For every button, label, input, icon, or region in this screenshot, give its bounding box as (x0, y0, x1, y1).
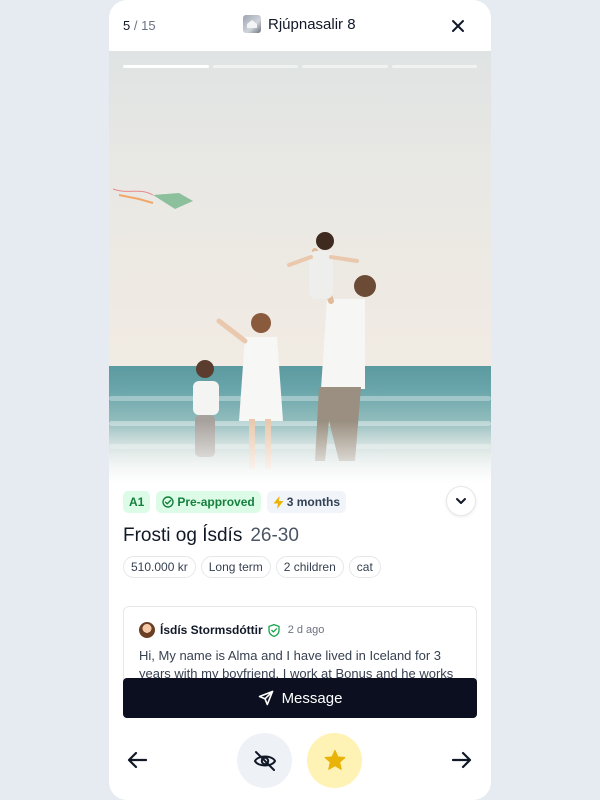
message-header: Ísdís Stormsdóttir 2 d ago (139, 622, 324, 638)
duration-label: 3 months (286, 495, 341, 509)
applicant-counter: 5 / 15 (123, 18, 156, 33)
sender-name: Ísdís Stormsdóttir (160, 623, 263, 637)
hide-button[interactable] (237, 733, 292, 788)
send-icon (258, 690, 273, 706)
message-time: 2 d ago (287, 624, 325, 636)
counter-total: / 15 (133, 18, 156, 33)
lightning-icon (273, 495, 284, 509)
pre-approved-label: Pre-approved (177, 495, 255, 509)
applicant-name: Frosti og Ísdís (123, 525, 243, 546)
check-circle-icon (162, 496, 175, 508)
property-thumbnail (243, 15, 261, 33)
photo-progress-segment (212, 65, 298, 68)
message-button[interactable]: Message (123, 678, 477, 718)
photo-progress-segment (123, 65, 209, 68)
avatar (139, 622, 155, 638)
expand-details-button[interactable] (446, 486, 476, 516)
message-button-label: Message (281, 689, 343, 707)
applicant-photo[interactable] (109, 51, 491, 491)
photo-fade (109, 421, 491, 491)
attribute-price: 510.000 kr (123, 556, 196, 578)
tag-row: A1 Pre-approved 3 months (123, 491, 347, 513)
close-button[interactable] (447, 15, 469, 37)
applicant-heading: Frosti og Ísdís 26-30 (123, 525, 299, 547)
attribute-term: Long term (200, 556, 271, 578)
property-title-text: Rjúpnasalir 8 (268, 15, 356, 33)
next-button[interactable] (447, 745, 477, 775)
attribute-children: 2 children (275, 556, 344, 578)
arrow-right-icon (451, 751, 472, 769)
applicant-age-range: 26-30 (250, 525, 299, 546)
applicant-sheet: 5 / 15 Rjúpnasalir 8 A1 Pre-approved 3 m… (109, 0, 491, 800)
photo-progress-segment (391, 65, 477, 68)
counter-current: 5 (123, 18, 131, 33)
attribute-pet: cat (348, 556, 381, 578)
previous-button[interactable] (122, 745, 152, 775)
favorite-button[interactable] (307, 733, 362, 788)
arrow-left-icon (127, 751, 148, 769)
chevron-down-icon (456, 498, 466, 504)
duration-badge: 3 months (266, 491, 347, 513)
close-icon (452, 20, 464, 32)
shield-check-icon (268, 623, 280, 637)
pre-approved-badge: Pre-approved (156, 491, 261, 513)
kite (112, 188, 193, 209)
top-bar: 5 / 15 Rjúpnasalir 8 (109, 0, 491, 52)
attribute-list: 510.000 kr Long term 2 children cat (123, 556, 381, 578)
eye-off-icon (253, 750, 276, 771)
star-icon (324, 749, 345, 770)
property-title: Rjúpnasalir 8 (243, 15, 356, 33)
photo-progress-segment (302, 65, 388, 68)
level-badge: A1 (123, 491, 151, 513)
photo-progress (123, 65, 477, 68)
